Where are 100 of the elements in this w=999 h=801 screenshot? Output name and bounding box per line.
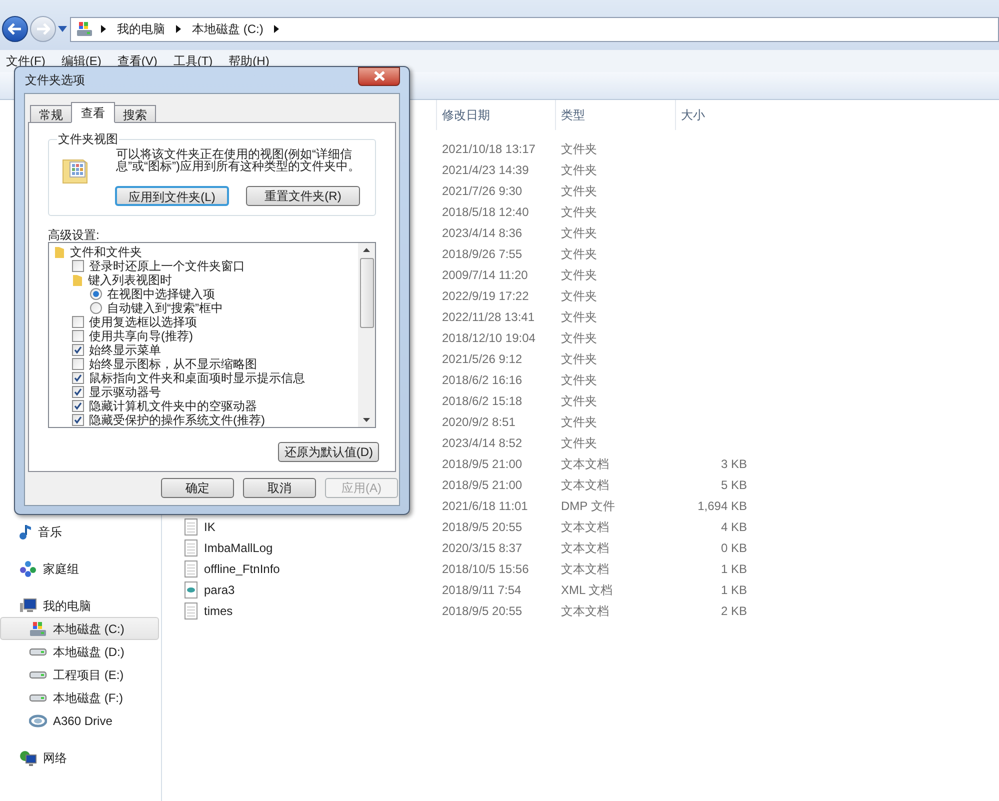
file-type: 文本文档: [561, 456, 609, 470]
column-header[interactable]: 大小: [675, 100, 755, 130]
modified-date: 2009/7/14 11:20: [442, 268, 528, 282]
dialog-button[interactable]: 重置文件夹(R): [246, 186, 360, 206]
modified-date: 2021/10/18 13:17: [442, 142, 536, 156]
folder-icon: [54, 246, 65, 258]
option-label: 始终显示菜单: [89, 343, 161, 357]
tree-label: 文件和文件夹: [70, 245, 142, 259]
sidebar-item[interactable]: 家庭组: [0, 557, 161, 580]
tree-label: 键入列表视图时: [88, 273, 172, 287]
radio-button[interactable]: [90, 288, 102, 300]
sidebar-item[interactable]: 本地磁盘 (C:): [0, 617, 159, 640]
dropdown-caret-icon[interactable]: [58, 26, 67, 32]
file-icon: [182, 538, 200, 556]
checkbox[interactable]: [72, 372, 84, 384]
modified-date: 2018/6/2 15:18: [442, 394, 522, 408]
option-label: 隐藏计算机文件夹中的空驱动器: [89, 399, 257, 413]
breadcrumb-item[interactable]: 我的电脑: [114, 20, 168, 38]
file-type: 文件夹: [561, 162, 597, 176]
radio-button[interactable]: [90, 302, 102, 314]
option-label: 使用共享向导(推荐): [89, 329, 193, 343]
sidebar-item[interactable]: 本地磁盘 (D:): [0, 640, 161, 663]
chevron-icon: [274, 25, 280, 33]
file-type: 文件夹: [561, 268, 597, 282]
file-size: 1 KB: [720, 582, 747, 596]
option-label: 鼠标指向文件夹和桌面项时显示提示信息: [89, 371, 305, 385]
file-size: 0 KB: [720, 540, 747, 554]
group-legend: 文件夹视图: [57, 131, 119, 147]
file-type: 文件夹: [561, 142, 597, 156]
checkbox[interactable]: [72, 400, 84, 412]
checkbox[interactable]: [72, 316, 84, 328]
dialog-button[interactable]: 取消: [243, 478, 316, 498]
dialog-button[interactable]: 确定: [161, 478, 234, 498]
option-label: 登录时还原上一个文件夹窗口: [89, 259, 245, 273]
sidebar-item[interactable]: A360 Drive: [0, 709, 161, 732]
sidebar-item[interactable]: 我的电脑: [0, 594, 161, 617]
scroll-up-icon[interactable]: [363, 248, 370, 252]
modified-date: 2023/4/14 8:36: [442, 226, 522, 240]
modified-date: 2018/5/18 12:40: [442, 204, 529, 218]
checkbox[interactable]: [72, 330, 84, 342]
checkbox[interactable]: [72, 386, 84, 398]
modified-date: 2018/9/5 21:00: [442, 456, 522, 470]
file-name[interactable]: para3: [204, 580, 235, 598]
sidebar-item[interactable]: 音乐: [0, 520, 161, 543]
tab[interactable]: 搜索: [114, 105, 156, 123]
music-icon: [19, 524, 32, 540]
sidebar-item[interactable]: 工程项目 (E:): [0, 663, 161, 686]
option-label: 使用复选框以选择项: [89, 315, 197, 329]
file-type: 文件夹: [561, 394, 597, 408]
scrollbar[interactable]: [358, 243, 375, 427]
folder-icon: [72, 274, 83, 286]
option-label: 在视图中选择键入项: [107, 287, 215, 301]
sidebar-item[interactable]: 网络: [0, 746, 161, 769]
computer-icon: [19, 596, 37, 614]
scrollbar-thumb[interactable]: [360, 258, 374, 328]
restore-defaults-button[interactable]: 还原为默认值(D): [278, 442, 379, 462]
file-name[interactable]: offline_FtnInfo: [204, 560, 280, 578]
dialog-button[interactable]: 应用到文件夹(L): [115, 186, 229, 206]
file-size: 3 KB: [720, 456, 747, 470]
file-name[interactable]: ImbaMallLog: [204, 538, 273, 556]
file-type: 文件夹: [561, 246, 597, 260]
sidebar-item[interactable]: 本地磁盘 (F:): [0, 686, 161, 709]
dialog-title: 文件夹选项: [25, 72, 85, 89]
tab[interactable]: 常规: [30, 105, 72, 123]
option-label: 显示驱动器号: [89, 385, 161, 399]
file-icon: [182, 580, 200, 598]
modified-date: 2018/9/5 20:55: [442, 604, 522, 618]
checkbox[interactable]: [72, 260, 84, 272]
column-header[interactable]: 类型: [555, 100, 675, 130]
back-button[interactable]: [2, 16, 28, 42]
file-type: 文本文档: [561, 478, 609, 492]
modified-date: 2018/12/10 19:04: [442, 330, 536, 344]
modified-date: 2021/5/26 9:12: [442, 352, 522, 366]
checkbox[interactable]: [72, 414, 84, 426]
address-bar[interactable]: 我的电脑 本地磁盘 (C:): [70, 16, 999, 42]
folder-views-description: 可以将该文件夹正在使用的视图(例如“详细信息”或“图标”)应用到所有这种类型的文件夹中。: [116, 148, 361, 175]
file-type: 文件夹: [561, 436, 597, 450]
file-type: 文件夹: [561, 204, 597, 218]
scroll-down-icon[interactable]: [363, 418, 370, 422]
file-type: 文件夹: [561, 352, 597, 366]
network-icon: [19, 748, 37, 766]
column-header[interactable]: 修改日期: [436, 100, 555, 130]
file-size: 1 KB: [720, 562, 747, 576]
close-button[interactable]: [358, 66, 400, 86]
tab[interactable]: 查看: [71, 102, 115, 123]
option-label: 自动键入到“搜索”框中: [107, 301, 223, 315]
file-size: 2 KB: [720, 604, 747, 618]
drive-icon: [29, 670, 47, 678]
file-name[interactable]: times: [204, 602, 233, 620]
system-drive-icon: [29, 620, 47, 638]
modified-date: 2020/9/2 8:51: [442, 414, 516, 428]
modified-date: 2018/9/5 21:00: [442, 478, 522, 492]
file-icon: [182, 560, 200, 578]
file-icon: [182, 518, 200, 536]
breadcrumb-item[interactable]: 本地磁盘 (C:): [189, 20, 266, 38]
file-name[interactable]: IK: [204, 518, 216, 536]
file-type: 文件夹: [561, 288, 597, 302]
checkbox[interactable]: [72, 358, 84, 370]
modified-date: 2021/6/18 11:01: [442, 498, 528, 512]
checkbox[interactable]: [72, 344, 84, 356]
